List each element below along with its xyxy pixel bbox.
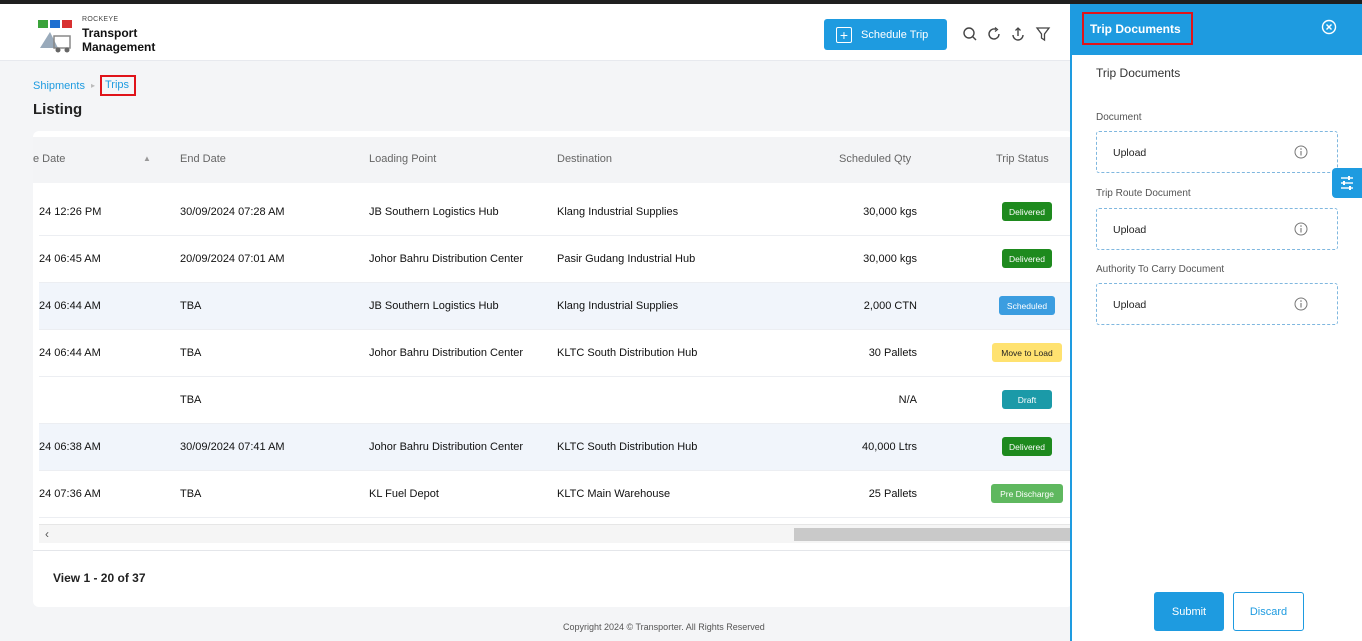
cell-end-date: 20/09/2024 07:01 AM	[180, 253, 285, 265]
column-header-trip-status[interactable]: Trip Status	[996, 153, 1049, 165]
cell-end-date: TBA	[180, 488, 202, 500]
trip-route-document-upload-field[interactable]: Upload	[1096, 208, 1338, 250]
schedule-trip-button[interactable]: + Schedule Trip	[824, 19, 947, 50]
filter-icon[interactable]	[1035, 26, 1051, 42]
cell-loading-point: Johor Bahru Distribution Center	[369, 347, 524, 359]
page-title: Listing	[33, 101, 83, 118]
cell-destination: KLTC South Distribution Hub	[557, 347, 698, 359]
cell-loading-point: Johor Bahru Distribution Center	[369, 441, 524, 453]
app-logo[interactable]: ROCKEYE Transport Management	[36, 12, 166, 58]
document-upload-field[interactable]: Upload	[1096, 131, 1338, 173]
cell-destination: KLTC South Distribution Hub	[557, 441, 698, 453]
horizontal-scrollbar[interactable]: ‹	[39, 524, 1073, 543]
cell-loading-point: Johor Bahru Distribution Center	[369, 253, 524, 265]
table-header: e Date ▲ End Date Loading Point Destinat…	[33, 137, 1073, 183]
divider	[33, 550, 1073, 551]
panel-header: Trip Documents	[1072, 4, 1362, 55]
info-icon[interactable]	[1294, 222, 1308, 236]
search-icon[interactable]	[962, 26, 978, 42]
info-icon[interactable]	[1294, 297, 1308, 311]
cell-destination: Pasir Gudang Industrial Hub	[557, 253, 696, 265]
status-badge: Delivered	[1002, 249, 1052, 268]
status-badge: Move to Load	[992, 343, 1062, 362]
cell-destination: KLTC Main Warehouse	[557, 488, 671, 500]
close-icon[interactable]	[1321, 19, 1337, 35]
cell-start-date: 24 06:44 AM	[39, 347, 101, 359]
table-row[interactable]: 24 06:38 AM 30/09/2024 07:41 AM Johor Bahr…	[39, 424, 1073, 471]
status-badge: Scheduled	[999, 296, 1055, 315]
scrollbar-thumb[interactable]	[794, 528, 1073, 541]
info-icon[interactable]	[1294, 145, 1308, 159]
cell-end-date: TBA	[180, 394, 202, 406]
refresh-icon[interactable]	[986, 26, 1002, 42]
cell-start-date: 24 07:36 AM	[39, 488, 101, 500]
cell-scheduled-qty: 25 Pallets	[868, 488, 917, 500]
brand-small-text: ROCKEYE	[82, 16, 119, 23]
cell-scheduled-qty: 40,000 Ltrs	[861, 441, 917, 453]
schedule-trip-label: Schedule Trip	[861, 28, 929, 41]
scroll-left-icon[interactable]: ‹	[45, 527, 49, 541]
document-label: Document	[1096, 112, 1142, 123]
breadcrumb-shipments-link[interactable]: Shipments	[33, 80, 85, 92]
status-badge: Delivered	[1002, 437, 1052, 456]
pagination-info: View 1 - 20 of 37	[53, 571, 146, 585]
submit-button[interactable]: Submit	[1154, 592, 1224, 631]
brand-title-line1: Transport	[82, 26, 138, 40]
cell-start-date: 24 06:45 AM	[39, 253, 101, 265]
panel-subtitle: Trip Documents	[1096, 66, 1181, 80]
upload-text: Upload	[1113, 299, 1147, 311]
table-row[interactable]: 24 12:26 PM 30/09/2024 07:28 AM JB Souther…	[39, 189, 1073, 236]
table-row[interactable]: 24 06:45 AM 20/09/2024 07:01 AM Johor Bahr…	[39, 236, 1073, 283]
cell-loading-point: KL Fuel Depot	[369, 488, 439, 500]
cell-scheduled-qty: 30 Pallets	[868, 347, 917, 359]
sort-icon[interactable]: ▲	[143, 154, 151, 163]
upload-icon[interactable]	[1010, 26, 1026, 42]
table-row[interactable]: 24 06:44 AM TBA JB Southern Logistics Hub K…	[39, 283, 1073, 330]
table-row[interactable]: 24 06:44 AM TBA Johor Bahru Distribution C…	[39, 330, 1073, 377]
breadcrumb: Shipments ▸ Trips	[33, 75, 137, 96]
cell-start-date: 24 06:38 AM	[39, 441, 101, 453]
status-badge: Draft	[1002, 390, 1052, 409]
status-badge: Delivered	[1002, 202, 1052, 221]
cell-start-date: 24 12:26 PM	[39, 206, 102, 218]
upload-text: Upload	[1113, 147, 1147, 159]
cell-loading-point: JB Southern Logistics Hub	[369, 300, 499, 312]
column-header-destination[interactable]: Destination	[557, 153, 612, 165]
column-header-start-date[interactable]: e Date	[33, 153, 65, 165]
column-header-scheduled-qty[interactable]: Scheduled Qty	[839, 153, 911, 165]
column-header-loading-point[interactable]: Loading Point	[369, 153, 436, 165]
cell-scheduled-qty: N/A	[898, 394, 917, 406]
cell-start-date: 24 06:44 AM	[39, 300, 101, 312]
discard-button[interactable]: Discard	[1233, 592, 1304, 631]
cell-loading-point: JB Southern Logistics Hub	[369, 206, 499, 218]
upload-text: Upload	[1113, 224, 1147, 236]
cell-scheduled-qty: 2,000 CTN	[863, 300, 917, 312]
panel-title: Trip Documents	[1082, 12, 1193, 45]
brand-title-line2: Management	[82, 40, 156, 54]
trip-route-document-label: Trip Route Document	[1096, 188, 1191, 199]
authority-to-carry-document-upload-field[interactable]: Upload	[1096, 283, 1338, 325]
cell-destination: Klang Industrial Supplies	[557, 300, 679, 312]
breadcrumb-trips-link[interactable]: Trips	[100, 75, 137, 96]
footer-copyright: Copyright 2024 © Transporter. All Rights…	[563, 622, 765, 632]
plus-icon: +	[836, 26, 852, 43]
cell-end-date: 30/09/2024 07:41 AM	[180, 441, 285, 453]
status-badge: Pre Discharge	[991, 484, 1063, 503]
trips-table-card: e Date ▲ End Date Loading Point Destinat…	[33, 131, 1073, 607]
trip-documents-panel: Trip Documents Trip Documents Document U…	[1070, 4, 1362, 641]
logo-mark-icon	[38, 20, 72, 53]
column-header-end-date[interactable]: End Date	[180, 153, 226, 165]
sliders-icon	[1341, 176, 1353, 190]
cell-destination: Klang Industrial Supplies	[557, 206, 679, 218]
table-row[interactable]: 24 07:36 AM TBA KL Fuel Depot KLTC Main War…	[39, 471, 1073, 518]
column-settings-tab[interactable]	[1332, 168, 1362, 198]
cell-end-date: 30/09/2024 07:28 AM	[180, 206, 285, 218]
cell-end-date: TBA	[180, 347, 202, 359]
cell-scheduled-qty: 30,000 kgs	[863, 206, 917, 218]
cell-scheduled-qty: 30,000 kgs	[863, 253, 917, 265]
cell-end-date: TBA	[180, 300, 202, 312]
table-row[interactable]: TBA N/A Draft	[39, 377, 1073, 424]
authority-to-carry-document-label: Authority To Carry Document	[1096, 264, 1225, 275]
breadcrumb-separator-icon: ▸	[90, 81, 95, 90]
